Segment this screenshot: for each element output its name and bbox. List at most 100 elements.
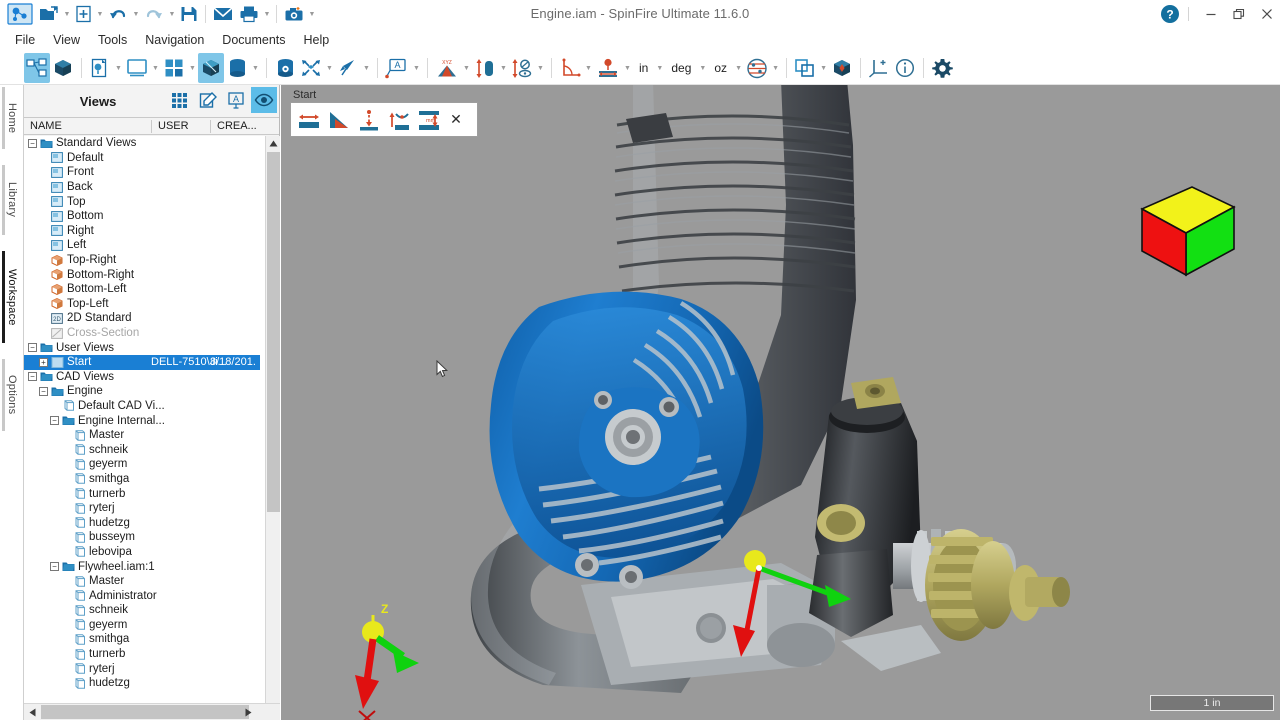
info-button[interactable] <box>892 53 918 83</box>
views-tree-horizontal-scrollbar[interactable] <box>24 703 280 720</box>
text-annotation-button[interactable]: A <box>383 53 411 83</box>
linear-measure-button[interactable] <box>472 53 498 83</box>
tree-row[interactable]: Default <box>24 151 265 166</box>
angle-unit-label[interactable]: deg <box>665 61 697 75</box>
linear-measure-caret-icon[interactable]: ▼ <box>498 53 509 83</box>
collapse-expander-icon[interactable]: − <box>39 386 48 396</box>
3d-viewport[interactable]: Z Start mm ✕ 1 in <box>281 85 1280 720</box>
tree-row[interactable]: Back <box>24 180 265 195</box>
floating-toolbar-close-icon[interactable]: ✕ <box>444 105 468 134</box>
print-icon[interactable] <box>236 0 262 28</box>
tree-row[interactable]: turnerb <box>24 486 265 501</box>
column-header-created[interactable]: CREA... <box>211 118 265 135</box>
navigation-cube[interactable] <box>1130 181 1240 281</box>
tree-row[interactable]: Top-Right <box>24 253 265 268</box>
tree-row[interactable]: schneik <box>24 442 265 457</box>
compare-caret-icon[interactable]: ▼ <box>818 53 829 83</box>
redo-icon[interactable] <box>141 0 167 28</box>
tree-row[interactable]: Right <box>24 224 265 239</box>
pin-markup-button[interactable] <box>335 53 361 83</box>
show-view-icon[interactable] <box>251 87 277 113</box>
tree-row[interactable]: smithga <box>24 632 265 647</box>
tree-row[interactable]: Bottom-Right <box>24 267 265 282</box>
tree-row[interactable]: ryterj <box>24 501 265 516</box>
model-tree-toggle-button[interactable] <box>24 53 50 83</box>
background-color-button[interactable] <box>124 53 150 83</box>
solid-cylinder-button[interactable] <box>224 53 250 83</box>
tree-row[interactable]: lebovipa <box>24 545 265 560</box>
mass-unit-caret-icon[interactable]: ▼ <box>733 53 744 83</box>
tree-row[interactable]: Top <box>24 194 265 209</box>
tree-row[interactable]: busseym <box>24 530 265 545</box>
snapshot-caret-icon[interactable]: ▼ <box>307 0 317 28</box>
thickness-measure-caret-icon[interactable]: ▼ <box>622 53 633 83</box>
tree-row[interactable]: Cross-Section <box>24 326 265 341</box>
vtab-library[interactable]: Library <box>0 165 24 235</box>
explode-caret-icon[interactable]: ▼ <box>324 53 335 83</box>
assembly-button[interactable] <box>829 53 855 83</box>
print-caret-icon[interactable]: ▼ <box>262 0 272 28</box>
tree-row[interactable]: Master <box>24 574 265 589</box>
tree-row[interactable]: − User Views <box>24 340 265 355</box>
tree-row[interactable]: Left <box>24 238 265 253</box>
coordinate-system-button[interactable] <box>866 53 892 83</box>
tree-row[interactable]: hudetzg <box>24 676 265 691</box>
add-file-caret-icon[interactable]: ▼ <box>95 0 105 28</box>
vtab-home[interactable]: Home <box>0 87 24 149</box>
annotate-view-icon[interactable]: A <box>223 87 249 113</box>
tree-row[interactable]: turnerb <box>24 647 265 662</box>
tree-row[interactable]: Master <box>24 428 265 443</box>
background-color-caret-icon[interactable]: ▼ <box>150 53 161 83</box>
expand-expander-icon[interactable]: + <box>39 357 48 367</box>
surface-measure-button[interactable]: XYZ <box>433 53 461 83</box>
help-icon[interactable]: ? <box>1160 4 1180 24</box>
tree-row[interactable]: − Standard Views <box>24 136 265 151</box>
scroll-up-arrow-icon[interactable] <box>266 136 281 151</box>
vtab-workspace[interactable]: Workspace <box>0 251 24 343</box>
collapse-expander-icon[interactable]: − <box>28 372 37 382</box>
scroll-right-arrow-icon[interactable] <box>240 704 256 720</box>
thumbnail-grid-icon[interactable] <box>167 87 193 113</box>
horizontal-scroll-thumb[interactable] <box>41 705 249 719</box>
surface-measure-caret-icon[interactable]: ▼ <box>461 53 472 83</box>
close-button[interactable] <box>1252 0 1280 28</box>
viewport-layout-caret-icon[interactable]: ▼ <box>187 53 198 83</box>
tree-row[interactable]: geyerm <box>24 618 265 633</box>
restore-button[interactable] <box>1224 0 1254 28</box>
shaded-view-button[interactable] <box>198 53 224 83</box>
column-header-name[interactable]: NAME <box>24 118 151 135</box>
edit-view-icon[interactable] <box>195 87 221 113</box>
column-header-user[interactable]: USER <box>152 118 210 135</box>
collapse-expander-icon[interactable]: − <box>28 138 37 148</box>
render-mode-button[interactable] <box>87 53 113 83</box>
menu-item-help[interactable]: Help <box>295 29 339 51</box>
angle-measure-caret-icon[interactable]: ▼ <box>583 53 594 83</box>
render-mode-caret-icon[interactable]: ▼ <box>113 53 124 83</box>
section-view-caret-icon[interactable]: ▼ <box>770 53 781 83</box>
tree-row[interactable]: − CAD Views <box>24 370 265 385</box>
views-tree-vertical-scrollbar[interactable] <box>265 136 280 720</box>
redo-caret-icon[interactable]: ▼ <box>167 0 177 28</box>
tree-row[interactable]: Bottom-Left <box>24 282 265 297</box>
mass-unit-label[interactable]: oz <box>708 61 733 75</box>
pin-markup-caret-icon[interactable]: ▼ <box>361 53 372 83</box>
length-unit-label[interactable]: in <box>633 61 654 75</box>
vtab-options[interactable]: Options <box>0 359 24 431</box>
tree-row[interactable]: ryterj <box>24 661 265 676</box>
section-view-button[interactable] <box>744 53 770 83</box>
open-file-caret-icon[interactable]: ▼ <box>62 0 72 28</box>
measure-thickness-icon[interactable]: mm <box>414 105 443 134</box>
tree-row[interactable]: + Start DELL-7510\Ji... 8/18/201. <box>24 354 260 370</box>
model-view-button[interactable] <box>50 53 76 83</box>
menu-item-file[interactable]: File <box>6 29 44 51</box>
tree-row[interactable]: Top-Left <box>24 297 265 312</box>
diameter-measure-caret-icon[interactable]: ▼ <box>535 53 546 83</box>
tree-row[interactable]: schneik <box>24 603 265 618</box>
settings-gear-icon[interactable] <box>929 53 955 83</box>
tree-row[interactable]: geyerm <box>24 457 265 472</box>
tree-row[interactable]: smithga <box>24 472 265 487</box>
section-cylinder-button[interactable] <box>272 53 298 83</box>
tree-row[interactable]: 2D 2D Standard <box>24 311 265 326</box>
collapse-expander-icon[interactable]: − <box>28 343 37 353</box>
vertical-scroll-thumb[interactable] <box>267 152 280 512</box>
